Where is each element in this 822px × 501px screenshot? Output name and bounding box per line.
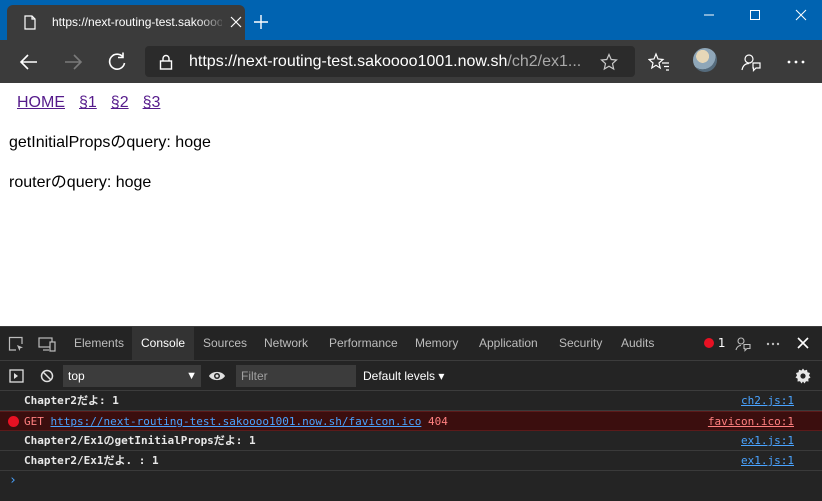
tab-console[interactable]: Console (132, 327, 195, 360)
url-host: https://next-routing-test.sakoooo1001.no… (189, 53, 508, 70)
source-link[interactable]: favicon.ico:1 (708, 412, 794, 432)
nav-link-section-3[interactable]: §3 (143, 94, 161, 111)
error-count: 1 (717, 336, 726, 350)
console-message: Chapter2/Ex1のgetInitialPropsだよ: 1 ex1.js… (0, 431, 822, 451)
tab-security[interactable]: Security (559, 327, 602, 360)
maximize-button[interactable] (731, 0, 777, 30)
inspect-element-icon[interactable] (8, 336, 24, 352)
address-bar[interactable]: https://next-routing-test.sakoooo1001.no… (145, 46, 635, 77)
eye-icon[interactable] (208, 369, 226, 383)
log-levels-dropdown[interactable]: Default levels ▾ (363, 365, 444, 387)
plus-icon[interactable] (253, 14, 269, 30)
devtools-tabbar: Elements Console Sources Network Perform… (0, 326, 822, 360)
source-link[interactable]: ex1.js:1 (741, 451, 794, 471)
status-code: 404 (421, 415, 448, 428)
avatar[interactable] (693, 48, 717, 72)
close-icon[interactable] (230, 16, 242, 28)
console-message-text: Chapter2/Ex1だよ. : 1 (24, 454, 159, 467)
page-content: HOME §1 §2 §3 getInitialPropsのquery: hoge r… (0, 83, 822, 326)
page-icon (24, 15, 36, 30)
minimize-button[interactable] (685, 0, 731, 30)
error-icon (8, 416, 19, 427)
router-query-text: routerのquery: hoge (9, 174, 152, 191)
tab-performance[interactable]: Performance (329, 327, 398, 360)
tab-elements[interactable]: Elements (74, 327, 124, 360)
forward-icon[interactable] (62, 51, 84, 73)
request-method: GET (24, 415, 51, 428)
error-count-badge[interactable]: 1 (704, 336, 726, 350)
favorites-icon[interactable] (648, 51, 670, 73)
back-icon[interactable] (18, 51, 40, 73)
context-select[interactable]: top ▼ (63, 365, 201, 387)
tab-memory[interactable]: Memory (415, 327, 458, 360)
tab-title-fade (197, 11, 227, 33)
refresh-icon[interactable] (106, 51, 128, 73)
more-icon[interactable] (785, 51, 807, 73)
console-message: Chapter2/Ex1だよ. : 1 ex1.js:1 (0, 451, 822, 471)
window-close-button[interactable] (777, 0, 822, 30)
console-toolbar: top ▼ Default levels ▾ (0, 360, 822, 391)
tab-application[interactable]: Application (479, 327, 538, 360)
tab-audits[interactable]: Audits (621, 327, 654, 360)
gear-icon[interactable] (795, 368, 811, 384)
maximize-icon (750, 10, 760, 20)
more-icon[interactable] (765, 336, 781, 352)
console-message-text: Chapter2/Ex1のgetInitialPropsだよ: 1 (24, 434, 256, 447)
browser-tab[interactable]: https://next-routing-test.sakoooo1001.no… (7, 5, 245, 40)
title-bar: https://next-routing-test.sakoooo1001.no… (0, 0, 822, 40)
sidebar-toggle-icon[interactable] (9, 369, 24, 383)
url-path: /ch2/ex1... (507, 53, 582, 70)
request-url-link[interactable]: https://next-routing-test.sakoooo1001.no… (51, 415, 422, 428)
nav-link-section-2[interactable]: §2 (111, 94, 129, 111)
lock-icon[interactable] (159, 54, 173, 70)
console-output: Chapter2だよ: 1 ch2.js:1 GET https://next-… (0, 391, 822, 501)
minimize-icon (704, 14, 714, 16)
chevron-down-icon: ▼ (186, 370, 197, 382)
console-message-text: Chapter2だよ: 1 (24, 394, 119, 407)
console-prompt[interactable]: › (9, 473, 17, 488)
clear-console-icon[interactable] (40, 369, 54, 383)
nav-link-section-1[interactable]: §1 (79, 94, 97, 111)
filter-input[interactable] (236, 365, 356, 387)
console-message-text: GET https://next-routing-test.sakoooo100… (24, 412, 448, 432)
context-value: top (68, 369, 85, 383)
source-link[interactable]: ch2.js:1 (741, 391, 794, 411)
tab-sources[interactable]: Sources (203, 327, 247, 360)
feedback-icon[interactable] (735, 336, 751, 352)
source-link[interactable]: ex1.js:1 (741, 431, 794, 451)
error-icon (704, 338, 714, 348)
nav-link-home[interactable]: HOME (17, 94, 65, 111)
star-icon[interactable] (600, 53, 618, 71)
console-error-message: GET https://next-routing-test.sakoooo100… (0, 411, 822, 431)
initial-props-query-text: getInitialPropsのquery: hoge (9, 134, 211, 151)
tab-network[interactable]: Network (264, 327, 308, 360)
window-close-icon (795, 9, 807, 21)
console-message: Chapter2だよ: 1 ch2.js:1 (0, 391, 822, 411)
page-nav: HOME §1 §2 §3 (17, 93, 174, 113)
url-text[interactable]: https://next-routing-test.sakoooo1001.no… (189, 53, 589, 71)
device-emulation-icon[interactable] (38, 336, 56, 352)
close-icon[interactable] (796, 336, 810, 350)
feedback-icon[interactable] (740, 51, 762, 73)
